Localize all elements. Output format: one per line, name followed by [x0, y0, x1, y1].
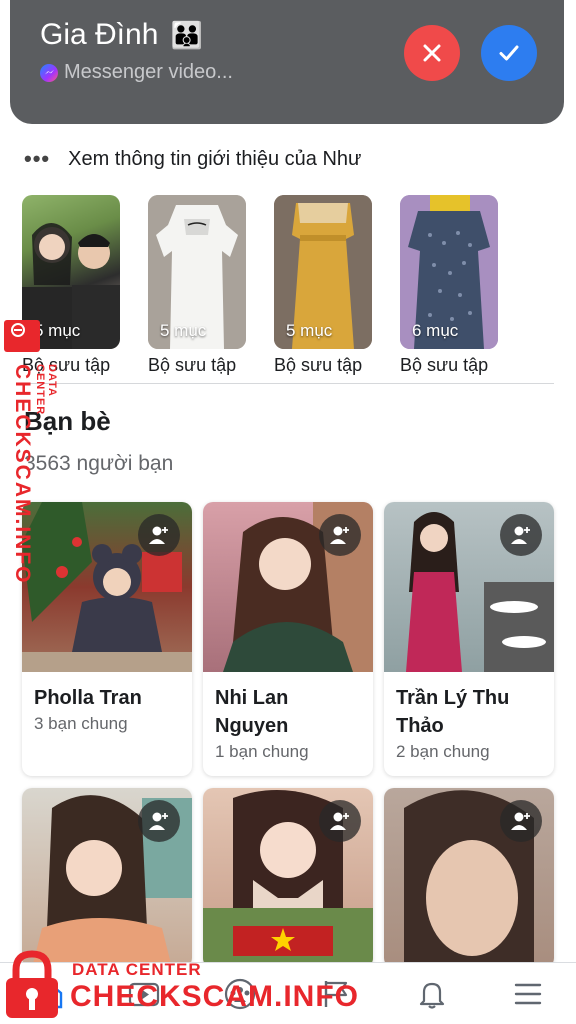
collection-label: Bộ sưu tập — [400, 355, 489, 375]
friend-name[interactable]: Trần Lý Thu Thảo — [396, 684, 542, 740]
intro-label: Xem thông tin giới thiệu của Như — [68, 147, 362, 170]
friend-card[interactable] — [203, 788, 373, 968]
incoming-call-banner[interactable]: Gia Đình 👪 Messenger video... — [10, 0, 564, 124]
profile-page: Gia Đình 👪 Messenger video... ••• Xem th… — [0, 0, 576, 1024]
friend-name[interactable]: Nhi Lan Nguyen — [215, 684, 361, 740]
collection-card[interactable]: 5 mục Bộ sưu tập — [274, 195, 372, 376]
collection-label: Bộ sưu tập — [274, 355, 363, 375]
call-title: Gia Đình 👪 — [40, 18, 203, 52]
watermark-vertical-main: CHECKSCAM.INFO — [11, 364, 34, 585]
nav-notifications[interactable] — [402, 969, 462, 1019]
collection-count: 6 mục — [412, 321, 459, 340]
accept-call-button[interactable] — [481, 25, 537, 81]
close-icon — [423, 44, 441, 62]
friend-mutual-count: 2 bạn chung — [396, 742, 490, 761]
more-dots-icon: ••• — [24, 146, 51, 171]
friend-info: Pholla Tran 3 bạn chung — [22, 672, 192, 774]
watermark-vertical: CHECKSCAM.INFO DATA CENTER — [4, 312, 58, 585]
collection-count: 5 mục — [286, 321, 333, 340]
friends-count: 3563 người bạn — [24, 452, 174, 475]
menu-icon — [514, 983, 542, 1004]
watermark-lock-icon — [4, 320, 40, 352]
watermark-vertical-sub: DATA CENTER — [34, 364, 58, 416]
friend-card[interactable] — [22, 788, 192, 968]
watermark-bottom-main: CHECKSCAM.INFO — [70, 980, 359, 1013]
friend-card[interactable]: Nhi Lan Nguyen 1 bạn chung — [203, 502, 373, 776]
add-friend-icon — [330, 526, 349, 544]
friend-info: Nhi Lan Nguyen 1 bạn chung — [203, 672, 373, 776]
collection-thumbnail: 5 mục — [274, 195, 372, 349]
friend-mutual-count: 3 bạn chung — [34, 714, 128, 733]
add-friend-button[interactable] — [500, 800, 542, 842]
collection-thumbnail: 5 mục — [148, 195, 246, 349]
family-emoji-icon: 👪 — [170, 20, 204, 50]
add-friend-button[interactable] — [138, 514, 180, 556]
friend-photo[interactable] — [203, 788, 373, 968]
collection-thumbnail: 6 mục — [400, 195, 498, 349]
friend-info: Trần Lý Thu Thảo 2 bạn chung — [384, 672, 554, 776]
add-friend-button[interactable] — [319, 800, 361, 842]
nav-menu[interactable] — [498, 969, 558, 1019]
decline-call-button[interactable] — [404, 25, 460, 81]
collection-label: Bộ sưu tập — [148, 355, 237, 375]
friend-card[interactable]: Trần Lý Thu Thảo 2 bạn chung — [384, 502, 554, 776]
call-subtitle-text: Messenger video... — [64, 61, 233, 83]
add-friend-button[interactable] — [138, 800, 180, 842]
notifications-bell-icon — [419, 982, 445, 1009]
friend-photo[interactable] — [203, 502, 373, 672]
add-friend-icon — [149, 812, 168, 830]
watermark-bottom-sub: DATA CENTER — [72, 960, 202, 979]
watermark-lock-icon — [6, 950, 58, 1018]
friend-photo[interactable] — [22, 502, 192, 672]
add-friend-button[interactable] — [319, 514, 361, 556]
friend-name[interactable]: Pholla Tran — [34, 684, 180, 712]
friend-photo[interactable] — [384, 788, 554, 968]
add-friend-icon — [330, 812, 349, 830]
call-title-text: Gia Đình — [40, 18, 159, 51]
section-divider — [22, 383, 554, 384]
friend-photo[interactable] — [22, 788, 192, 968]
friend-photo[interactable] — [384, 502, 554, 672]
messenger-icon — [40, 63, 58, 82]
friend-card[interactable] — [384, 788, 554, 968]
friends-grid: Pholla Tran 3 bạn chung Nhi Lan Nguyen 1… — [22, 502, 554, 968]
collections-row: 5 mục Bộ sưu tập 5 mục Bộ sưu tập 5 mục … — [22, 195, 498, 376]
call-subtitle: Messenger video... — [40, 61, 233, 84]
add-friend-button[interactable] — [500, 514, 542, 556]
collection-card[interactable]: 6 mục Bộ sưu tập — [400, 195, 498, 376]
intro-link[interactable]: ••• Xem thông tin giới thiệu của Như — [24, 146, 361, 172]
collection-count: 5 mục — [160, 321, 207, 340]
add-friend-icon — [511, 526, 530, 544]
add-friend-icon — [511, 812, 530, 830]
friend-card[interactable]: Pholla Tran 3 bạn chung — [22, 502, 192, 776]
watermark-bottom: DATA CENTER CHECKSCAM.INFO — [0, 946, 360, 1024]
checkmark-icon — [499, 45, 519, 61]
collection-card[interactable]: 5 mục Bộ sưu tập — [148, 195, 246, 376]
add-friend-icon — [149, 526, 168, 544]
friend-mutual-count: 1 bạn chung — [215, 742, 309, 761]
